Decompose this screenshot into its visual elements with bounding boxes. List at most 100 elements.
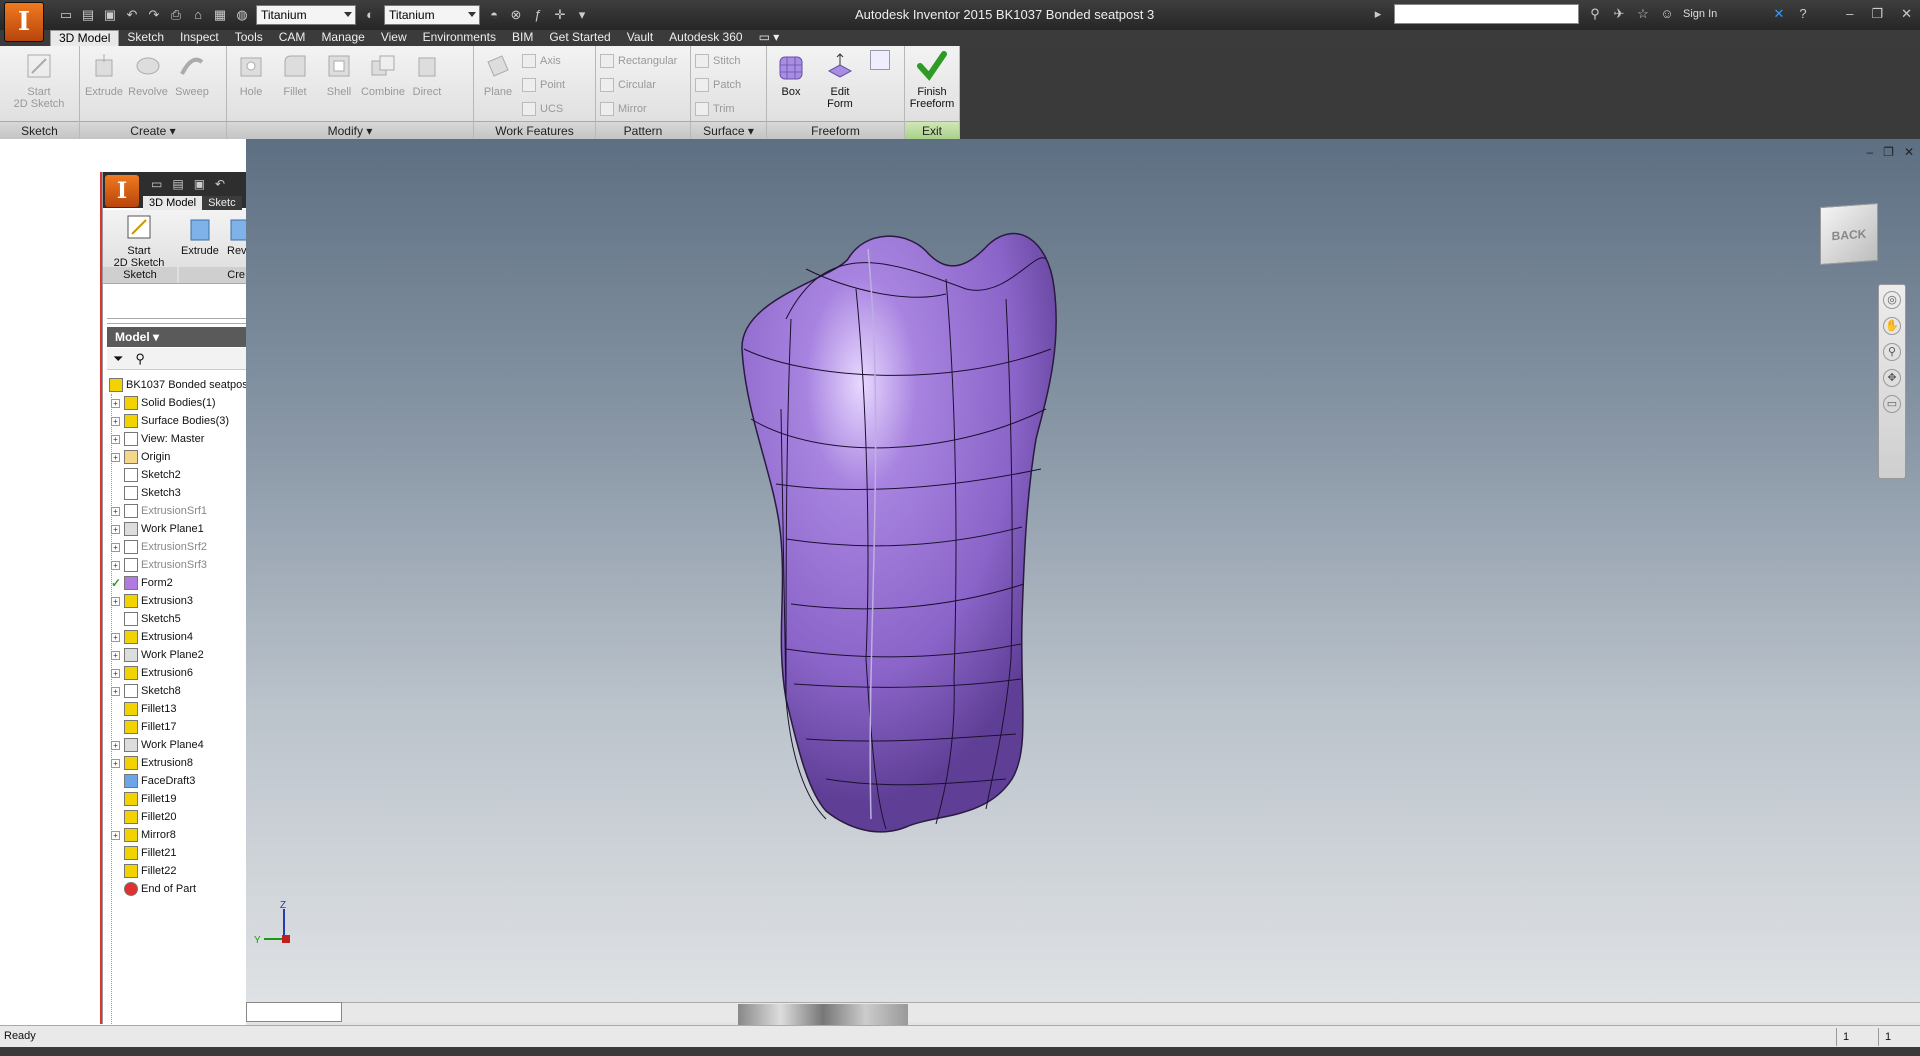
minimize-icon[interactable]: – <box>1846 6 1853 22</box>
tree-node[interactable]: + Extrusion4 <box>107 628 247 646</box>
sweep-button[interactable]: Sweep <box>172 50 212 121</box>
graphics-viewport[interactable]: – ❐ ✕ BACK ◎ ✋ ⚲ ✥ ▭ Z Y <box>246 139 1920 1025</box>
stitch-button[interactable]: Stitch <box>695 52 741 70</box>
parameters-icon[interactable]: ƒ <box>530 7 546 23</box>
nested-application-button[interactable]: I <box>105 175 139 207</box>
application-menu-button[interactable]: I <box>4 2 44 42</box>
sign-in-link[interactable]: Sign In <box>1683 8 1763 20</box>
select-icon[interactable]: ◍ <box>234 7 250 23</box>
point-button[interactable]: Point <box>522 76 565 94</box>
new-icon[interactable]: ▭ <box>58 7 74 23</box>
redo-icon[interactable]: ↷ <box>146 7 162 23</box>
tree-node[interactable]: + Origin <box>107 448 247 466</box>
print-icon[interactable]: ⎙ <box>168 7 184 23</box>
search-input[interactable] <box>1394 4 1579 24</box>
rectangular-pattern-button[interactable]: Rectangular <box>600 52 677 70</box>
tree-node[interactable]: Sketch5 <box>107 610 247 628</box>
nested-tab-3d-model[interactable]: 3D Model <box>143 196 203 210</box>
save-icon[interactable]: ▣ <box>194 177 205 191</box>
tree-node[interactable]: Fillet13 <box>107 700 247 718</box>
undo-icon[interactable]: ↶ <box>215 177 225 191</box>
orbit-icon[interactable]: ✥ <box>1883 369 1901 387</box>
ucs-button[interactable]: UCS <box>522 100 565 118</box>
expand-icon[interactable]: + <box>111 596 120 606</box>
expand-icon[interactable]: + <box>111 758 120 768</box>
tree-node[interactable]: + ExtrusionSrf1 <box>107 502 247 520</box>
direct-button[interactable]: Direct <box>407 50 447 121</box>
zoom-icon[interactable]: ⚲ <box>1883 343 1901 361</box>
tree-node[interactable]: Fillet20 <box>107 808 247 826</box>
ribbon-options-icon[interactable]: ▭ ▾ <box>751 30 788 46</box>
binoculars-icon[interactable]: ⚲ <box>1587 6 1603 22</box>
horizontal-scrollbar[interactable] <box>342 1002 1920 1022</box>
extrude-button[interactable]: Extrude <box>84 50 124 121</box>
open-icon[interactable]: ▤ <box>80 7 96 23</box>
fillet-button[interactable]: Fillet <box>275 50 315 121</box>
circular-pattern-button[interactable]: Circular <box>600 76 677 94</box>
nested-extrude-button[interactable]: Extrude <box>181 214 219 257</box>
tree-node[interactable]: + Extrusion6 <box>107 664 247 682</box>
tree-node[interactable]: + Mirror8 <box>107 826 247 844</box>
tree-node[interactable]: + Work Plane1 <box>107 520 247 538</box>
document-tabs[interactable] <box>246 1002 342 1022</box>
tree-node[interactable]: Fillet19 <box>107 790 247 808</box>
expand-icon[interactable]: + <box>111 452 120 462</box>
viewcube[interactable]: BACK <box>1820 202 1878 266</box>
adjust-icon[interactable]: ◓ <box>486 7 502 23</box>
tab-manage[interactable]: Manage <box>313 30 372 46</box>
expand-icon[interactable]: + <box>111 434 120 444</box>
expand-icon[interactable]: + <box>111 416 120 426</box>
tree-node[interactable]: + Sketch8 <box>107 682 247 700</box>
expand-icon[interactable]: + <box>111 542 120 552</box>
new-icon[interactable]: ▭ <box>151 177 162 191</box>
tab-vault[interactable]: Vault <box>619 30 661 46</box>
user-icon[interactable]: ☺ <box>1659 6 1675 22</box>
tab-3d-model[interactable]: 3D Model <box>50 30 120 46</box>
close-icon[interactable]: ✕ <box>1901 6 1912 22</box>
tree-node[interactable]: ✓ Form2 <box>107 574 247 592</box>
look-at-icon[interactable]: ▭ <box>1883 395 1901 413</box>
finish-freeform-button[interactable]: Finish Freeform <box>909 50 955 121</box>
tab-get-started[interactable]: Get Started <box>541 30 618 46</box>
tree-node[interactable]: + Solid Bodies(1) <box>107 394 247 412</box>
tree-node[interactable]: Sketch2 <box>107 466 247 484</box>
help-icon[interactable]: ? <box>1795 6 1811 22</box>
clear-icon[interactable]: ⊗ <box>508 7 524 23</box>
expand-icon[interactable]: + <box>111 686 120 696</box>
tree-node[interactable]: + Work Plane4 <box>107 736 247 754</box>
nested-revolve-button[interactable]: Rev <box>227 214 247 257</box>
tree-node[interactable]: + Work Plane2 <box>107 646 247 664</box>
tab-tools[interactable]: Tools <box>227 30 271 46</box>
tab-cam[interactable]: CAM <box>271 30 314 46</box>
nested-tab-sketch[interactable]: Sketc <box>202 196 242 210</box>
tree-node[interactable]: End of Part <box>107 880 247 898</box>
panel-modify-label[interactable]: Modify ▾ <box>227 121 473 139</box>
trim-button[interactable]: Trim <box>695 100 741 118</box>
tree-node[interactable]: Fillet17 <box>107 718 247 736</box>
communication-icon[interactable]: ✈ <box>1611 6 1627 22</box>
undo-icon[interactable]: ↶ <box>124 7 140 23</box>
form-body[interactable] <box>741 232 1057 833</box>
tree-node[interactable]: FaceDraft3 <box>107 772 247 790</box>
freeform-options-button[interactable] <box>869 50 891 121</box>
plane-button[interactable]: Plane <box>478 50 518 121</box>
project-icon[interactable]: ⌂ <box>190 7 206 23</box>
binoculars-icon[interactable]: ⚲ <box>135 351 145 367</box>
seatpost-model[interactable] <box>246 139 1920 1025</box>
combine-button[interactable]: Combine <box>361 50 405 121</box>
color-icon[interactable]: ◐ <box>362 7 378 23</box>
expand-icon[interactable]: + <box>111 560 120 570</box>
material-combo[interactable]: Titanium <box>256 5 356 25</box>
tree-node[interactable]: + View: Master <box>107 430 247 448</box>
grip-bar[interactable] <box>107 318 247 324</box>
tree-node[interactable]: + Extrusion3 <box>107 592 247 610</box>
restore-icon[interactable]: ❐ <box>1871 6 1883 22</box>
steering-wheel-icon[interactable]: ◎ <box>1883 291 1901 309</box>
tree-node[interactable]: Fillet22 <box>107 862 247 880</box>
tree-node[interactable]: + Extrusion8 <box>107 754 247 772</box>
box-button[interactable]: Box <box>771 50 811 121</box>
exchange-icon[interactable]: ✕ <box>1771 6 1787 22</box>
favorites-icon[interactable]: ☆ <box>1635 6 1651 22</box>
expand-icon[interactable]: + <box>111 668 120 678</box>
expand-icon[interactable]: + <box>111 524 120 534</box>
